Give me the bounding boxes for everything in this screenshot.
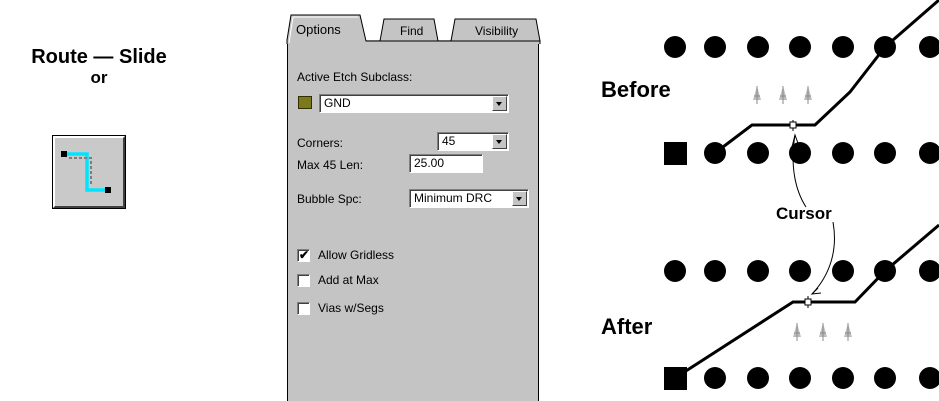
pad: [874, 142, 896, 164]
cursor-label: Cursor: [776, 204, 832, 223]
pad: [874, 36, 896, 58]
subclass-color-swatch: [298, 96, 312, 109]
pad: [874, 367, 896, 389]
pad: [747, 260, 769, 282]
pad: [747, 142, 769, 164]
route-slide-title: Route — Slide: [31, 46, 167, 68]
pad: [704, 142, 726, 164]
square-pad: [664, 142, 687, 165]
pad: [832, 36, 854, 58]
max-45-len-label: Max 45 Len:: [297, 158, 364, 172]
before-label: Before: [601, 77, 671, 102]
corners-value: 45: [442, 134, 456, 148]
pad: [704, 367, 726, 389]
bubble-spc-select[interactable]: Minimum DRC: [409, 189, 529, 208]
check-icon: ✔: [299, 248, 310, 262]
pad: [919, 367, 939, 389]
tab-options[interactable]: Options: [296, 22, 341, 37]
pad: [789, 367, 811, 389]
max-45-len-value: 25.00: [414, 156, 445, 170]
subclass-value: GND: [324, 96, 351, 110]
pad: [919, 142, 939, 164]
route-slide-tool-icon[interactable]: [53, 136, 125, 208]
chevron-down-icon[interactable]: [492, 96, 507, 111]
or-label: or: [90, 68, 108, 87]
after-slide-arrows: [792, 322, 853, 342]
square-pad: [664, 367, 687, 390]
tab-visibility[interactable]: Visibility: [475, 24, 518, 38]
pad: [789, 142, 811, 164]
after-top-pads: [664, 260, 939, 282]
pad: [919, 36, 939, 58]
before-bottom-pads: [664, 142, 939, 165]
after-cursor-marker: [803, 296, 813, 308]
pad: [789, 260, 811, 282]
pad: [664, 36, 686, 58]
slide-icon: [61, 151, 111, 193]
corners-label: Corners:: [297, 136, 344, 150]
before-cursor-marker: [788, 120, 798, 131]
allow-gridless-label: Allow Gridless: [318, 248, 395, 262]
chevron-down-icon[interactable]: [492, 134, 507, 149]
add-at-max-checkbox[interactable]: [297, 274, 310, 287]
bubble-spc-value: Minimum DRC: [414, 191, 492, 205]
after-bottom-pads: [664, 367, 939, 390]
pad: [874, 260, 896, 282]
subclass-select[interactable]: GND: [319, 94, 509, 113]
pad: [664, 260, 686, 282]
active-etch-subclass-label: Active Etch Subclass:: [297, 70, 413, 84]
chevron-down-icon[interactable]: [512, 191, 527, 206]
pad: [747, 36, 769, 58]
add-at-max-label: Add at Max: [318, 273, 379, 287]
vias-w-segs-checkbox[interactable]: [297, 302, 310, 315]
pad: [832, 367, 854, 389]
pad: [747, 367, 769, 389]
after-trace: [674, 223, 939, 380]
max-45-len-input[interactable]: 25.00: [409, 154, 483, 173]
bubble-spc-label: Bubble Spc:: [297, 192, 362, 206]
corners-select[interactable]: 45: [437, 132, 509, 151]
pad: [832, 260, 854, 282]
pad: [789, 36, 811, 58]
before-top-pads: [664, 36, 939, 58]
pad: [919, 260, 939, 282]
pad: [704, 36, 726, 58]
after-label: After: [601, 314, 653, 339]
before-slide-arrows: [752, 85, 813, 105]
pad: [704, 260, 726, 282]
before-trace: [714, 0, 939, 155]
allow-gridless-checkbox[interactable]: ✔: [297, 248, 310, 262]
tab-find[interactable]: Find: [400, 24, 423, 38]
vias-w-segs-label: Vias w/Segs: [318, 301, 384, 315]
pad: [832, 142, 854, 164]
